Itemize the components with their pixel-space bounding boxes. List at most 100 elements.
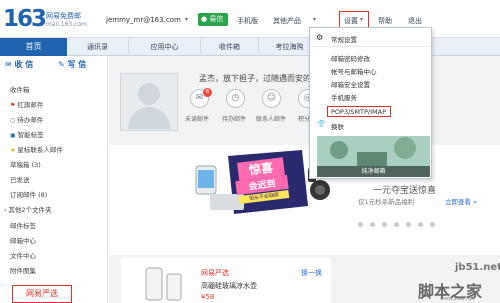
tab-home[interactable]: 首页 [0, 38, 67, 56]
sidebar-item-label: 订阅邮件 (8) [10, 191, 48, 199]
carousel-dot[interactable] [382, 222, 387, 227]
menu-divider [311, 46, 430, 47]
yixin-button[interactable]: ● 易信 [198, 13, 228, 26]
sidebar-item-label: 收件箱 [10, 86, 30, 94]
menu-item-mobile-service[interactable]: 手机服务 [331, 92, 357, 102]
unread-count-badge: 8 [203, 88, 212, 97]
receive-button[interactable]: ✉ 收 信 [5, 59, 53, 75]
tree-icon [330, 141, 348, 159]
todo-mail-label[interactable]: 待办邮件 [222, 114, 246, 123]
prize-subtitle: 仅1元秒杀新品福利 [358, 198, 415, 206]
menu-item-general-settings[interactable]: 常规设置 [331, 34, 357, 44]
sidebar-item-label: 邮件标签 [10, 222, 36, 230]
greeting-text: 孟杰，放下担子，过随遇而安的生 [199, 74, 319, 83]
skin-art [317, 136, 430, 166]
help-link[interactable]: 帮助 [378, 16, 392, 26]
clock-icon[interactable]: ◷ [226, 89, 245, 108]
sidebar-item-file-center[interactable]: 文件中心 [10, 250, 36, 260]
tab-app-center[interactable]: 应用中心 [129, 38, 201, 56]
pencil-icon: ✎ [58, 60, 68, 69]
star-icon: ★ [10, 147, 16, 154]
sidebar-item-label: 附件图集 [10, 267, 36, 275]
sidebar-item-smart-tags[interactable]: ▣ 智能标签 [10, 129, 44, 139]
camera-lens-shape [315, 185, 325, 195]
menu-item-pop3-smtp-imap[interactable]: POP3/SMTP/IMAP [331, 108, 386, 116]
unread-mail-label[interactable]: 未读邮件 [185, 114, 209, 123]
sidebar-item-drafts[interactable]: 草稿箱 (3) [10, 159, 41, 169]
logout-link[interactable]: 退出 [408, 16, 422, 26]
carousel-dot[interactable] [370, 222, 375, 227]
sidebar-item-label: 待办邮件 [17, 116, 44, 124]
sidebar-item-flagged[interactable]: ⚑ 红旗邮件 [10, 99, 43, 109]
chevron-down-icon[interactable]: ▾ [185, 16, 188, 23]
yixin-label: 易信 [209, 15, 224, 23]
tag-icon: ▣ [10, 132, 16, 139]
sidebar-item-mailbox-center[interactable]: 邮箱中心 [10, 235, 36, 245]
tab-inbox[interactable]: 收件箱 [201, 38, 259, 56]
phone-screen-shape [198, 170, 214, 188]
sidebar-item-label: 星标联系人邮件 [17, 146, 63, 154]
watermark-url: www.jb51.net [440, 296, 475, 302]
contact-mail-label[interactable]: 联系人邮件 [256, 114, 286, 123]
write-label: 写 信 [67, 60, 87, 69]
chevron-right-icon: › [4, 207, 7, 214]
carousel-dot[interactable] [394, 222, 399, 227]
clock-icon: ○ [10, 117, 16, 124]
logo-domain: mail.163.com [46, 21, 87, 28]
sidebar-item-label: 已发送 [10, 176, 30, 184]
product-image [145, 267, 182, 301]
menu-item-account-center[interactable]: 帐号与邮箱中心 [331, 66, 377, 76]
chevron-down-icon[interactable]: ▾ [313, 16, 316, 23]
sidebar-item-other-folders[interactable]: › 其他2个文件夹 [4, 204, 52, 214]
kettle-icon [145, 267, 163, 301]
carousel-dot[interactable] [418, 222, 423, 227]
sidebar-item-attachments[interactable]: 附件图集 [10, 265, 36, 275]
inbox-icon: ✉ [5, 60, 15, 69]
sidebar-item-mail-tags[interactable]: 邮件标签 [10, 220, 36, 230]
sidebar-item-starred[interactable]: ★ 星标联系人邮件 [10, 144, 63, 154]
write-button[interactable]: ✎ 写 信 [58, 59, 106, 75]
menu-item-skin[interactable]: 换肤 [331, 121, 344, 131]
menu-item-password[interactable]: 邮箱密码修改 [331, 53, 370, 63]
menu-item-security[interactable]: 邮箱安全设置 [331, 79, 370, 89]
panel-heading: 网易严选 [201, 269, 229, 277]
sidebar-item-todo[interactable]: ○ 待办邮件 [10, 114, 43, 124]
prize-link[interactable]: 立即查看 » [445, 196, 477, 206]
sidebar-item-subscriptions[interactable]: 订阅邮件 (8) [10, 189, 47, 199]
swap-link[interactable]: 换一换 [301, 268, 322, 278]
sidebar-item-label: 红旗邮件 [17, 101, 44, 109]
flag-icon: ⚑ [10, 102, 16, 109]
sidebar-item-label: 文件中心 [10, 252, 36, 260]
glass-icon [166, 273, 182, 301]
other-products-link[interactable]: 其他产品 [273, 16, 301, 26]
yanxuan-promo[interactable]: 网易严选 [12, 285, 72, 303]
carousel-dot[interactable] [430, 222, 435, 227]
gear-icon: ⚙ [316, 33, 324, 42]
tab-contacts[interactable]: 通讯录 [67, 38, 129, 56]
chevron-down-icon: ▾ [360, 16, 364, 23]
product-price: ¥58 [201, 293, 215, 301]
sidebar-item-label: 其他2个文件夹 [8, 206, 52, 214]
contact-icon[interactable]: ☺ [262, 89, 281, 108]
logo-text: 网易免费邮 [46, 12, 81, 20]
sidebar-item-label: 邮箱中心 [10, 237, 36, 245]
prize-title: 一元夺宝送惊喜 [373, 186, 437, 196]
skin-caption: 纯净邮箱 [317, 166, 430, 177]
avatar-head-icon [138, 83, 160, 105]
sidebar-item-label: 草稿箱 (3) [10, 161, 41, 169]
settings-label: 设置 [344, 17, 358, 25]
receive-label: 收 信 [14, 60, 34, 69]
tree-icon [394, 137, 416, 159]
carousel-dot[interactable] [406, 222, 411, 227]
account-name[interactable]: jemmy_mr@163.com [106, 16, 181, 24]
carousel-dot[interactable] [358, 222, 363, 227]
sidebar-item-label: 智能标签 [17, 131, 44, 139]
hill-shape [357, 152, 387, 166]
product-name[interactable]: 高硼硅玻璃凉水壶 [201, 281, 257, 291]
sidebar-item-sent[interactable]: 已发送 [10, 174, 30, 184]
shirt-icon: 👕 [317, 120, 326, 128]
logo[interactable]: 163 [3, 6, 47, 32]
sidebar-item-inbox[interactable]: 收件箱 [10, 84, 30, 94]
mobile-version-link[interactable]: 手机版 [237, 16, 258, 26]
watermark-domain: jb51.net [455, 262, 500, 273]
